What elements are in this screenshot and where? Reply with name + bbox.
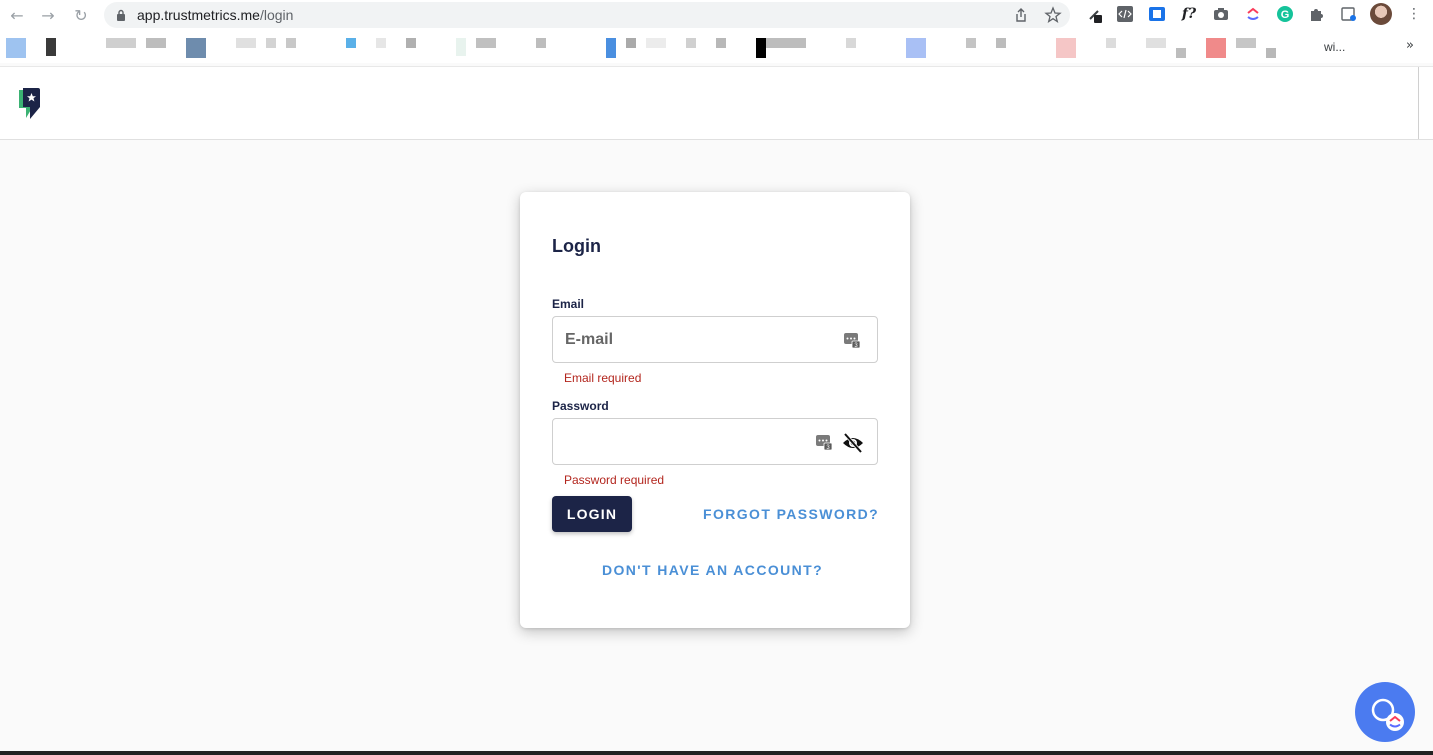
bookmark-item[interactable] (376, 38, 386, 48)
bookmark-item[interactable] (996, 38, 1006, 48)
clickup-extension-icon[interactable] (1244, 5, 1262, 23)
bookmark-item[interactable] (1266, 48, 1276, 58)
bookmark-item[interactable] (106, 38, 136, 48)
header-divider (1418, 67, 1419, 139)
bookmark-item[interactable] (406, 38, 416, 48)
url-path: /login (259, 7, 294, 23)
app-header (0, 66, 1433, 140)
password-field[interactable]: 3 (552, 418, 878, 465)
bookmark-item[interactable] (476, 38, 496, 48)
bookmark-item[interactable] (686, 38, 696, 48)
blue-extension-icon[interactable] (1148, 5, 1166, 23)
chat-help-icon (1371, 698, 1404, 731)
eye-off-icon[interactable] (841, 432, 865, 454)
share-icon[interactable] (1012, 6, 1030, 24)
bookmark-item[interactable] (286, 38, 296, 48)
bookmark-item[interactable] (1206, 38, 1226, 58)
bookmark-item[interactable] (626, 38, 636, 48)
password-manager-icon[interactable]: 3 (843, 331, 861, 349)
profile-avatar[interactable] (1370, 3, 1392, 25)
login-title: Login (552, 236, 601, 256)
email-error: Email required (564, 371, 642, 385)
bookmark-item[interactable] (1056, 38, 1076, 58)
bookmark-item[interactable] (6, 38, 26, 58)
bookmark-item[interactable] (236, 38, 256, 48)
email-label: Email (552, 297, 585, 311)
bookmark-item[interactable] (1236, 38, 1256, 48)
no-account-link[interactable]: DON'T HAVE AN ACCOUNT? (602, 562, 823, 578)
star-icon[interactable] (1044, 6, 1062, 24)
bookmark-item[interactable] (536, 38, 546, 48)
bookmark-item[interactable] (1146, 38, 1166, 48)
email-input[interactable] (565, 327, 815, 353)
reading-list-icon[interactable] (1340, 5, 1358, 23)
bookmarks-bar (0, 30, 1433, 63)
back-arrow-icon[interactable]: ← (6, 4, 28, 26)
login-button[interactable]: LOGIN (552, 496, 632, 532)
code-extension-icon[interactable] (1116, 5, 1134, 23)
lock-icon (117, 9, 125, 21)
bookmark-item[interactable] (1106, 38, 1116, 48)
bookmark-item[interactable] (186, 38, 206, 58)
camera-icon[interactable] (1212, 5, 1230, 23)
font-extension-icon[interactable]: f? (1180, 5, 1198, 23)
bookmark-overflow-label[interactable]: wi... (1324, 40, 1345, 54)
bookmark-item[interactable] (716, 38, 726, 48)
svg-text:G: G (1281, 9, 1290, 21)
forgot-password-link[interactable]: FORGOT PASSWORD? (703, 506, 879, 522)
puzzle-extensions-icon[interactable] (1308, 5, 1326, 23)
bookmark-item[interactable] (1176, 48, 1186, 58)
eyedropper-extension-icon[interactable] (1086, 5, 1104, 23)
bookmark-item[interactable] (456, 38, 466, 56)
browser-toolbar: ← → ↻ app.trustmetrics.me/login f? G ⋮ (0, 0, 1433, 30)
url-text: app.trustmetrics.me/login (137, 7, 293, 23)
bookmark-item[interactable] (606, 38, 616, 58)
forward-arrow-icon[interactable]: → (37, 4, 59, 26)
menu-kebab-icon[interactable]: ⋮ (1405, 5, 1423, 23)
bookmark-item[interactable] (906, 38, 926, 58)
bottom-edge (0, 751, 1433, 755)
reload-icon[interactable]: ↻ (70, 4, 92, 26)
password-input[interactable] (565, 429, 815, 455)
bookmark-item[interactable] (346, 38, 356, 48)
bookmark-item[interactable] (846, 38, 856, 48)
bookmark-item[interactable] (966, 38, 976, 48)
grammarly-icon[interactable]: G (1276, 5, 1294, 23)
bookmark-item[interactable] (756, 38, 766, 58)
url-host: app.trustmetrics.me (137, 7, 260, 23)
bookmark-item[interactable] (766, 38, 806, 48)
bookmark-item[interactable] (46, 38, 56, 56)
password-error: Password required (564, 473, 665, 487)
password-manager-icon[interactable]: 3 (815, 433, 833, 451)
bookmarks-more-icon[interactable]: » (1406, 38, 1414, 53)
bookmark-item[interactable] (646, 38, 666, 48)
email-field[interactable]: 3 (552, 316, 878, 363)
bookmark-item[interactable] (146, 38, 166, 48)
password-label: Password (552, 399, 609, 413)
help-chat-button[interactable] (1355, 682, 1415, 742)
trustmetrics-logo[interactable] (16, 86, 42, 122)
login-card: Login Email 3 Email required Password 3 … (520, 192, 910, 628)
bookmark-item[interactable] (266, 38, 276, 48)
address-bar[interactable]: app.trustmetrics.me/login (104, 2, 1070, 28)
